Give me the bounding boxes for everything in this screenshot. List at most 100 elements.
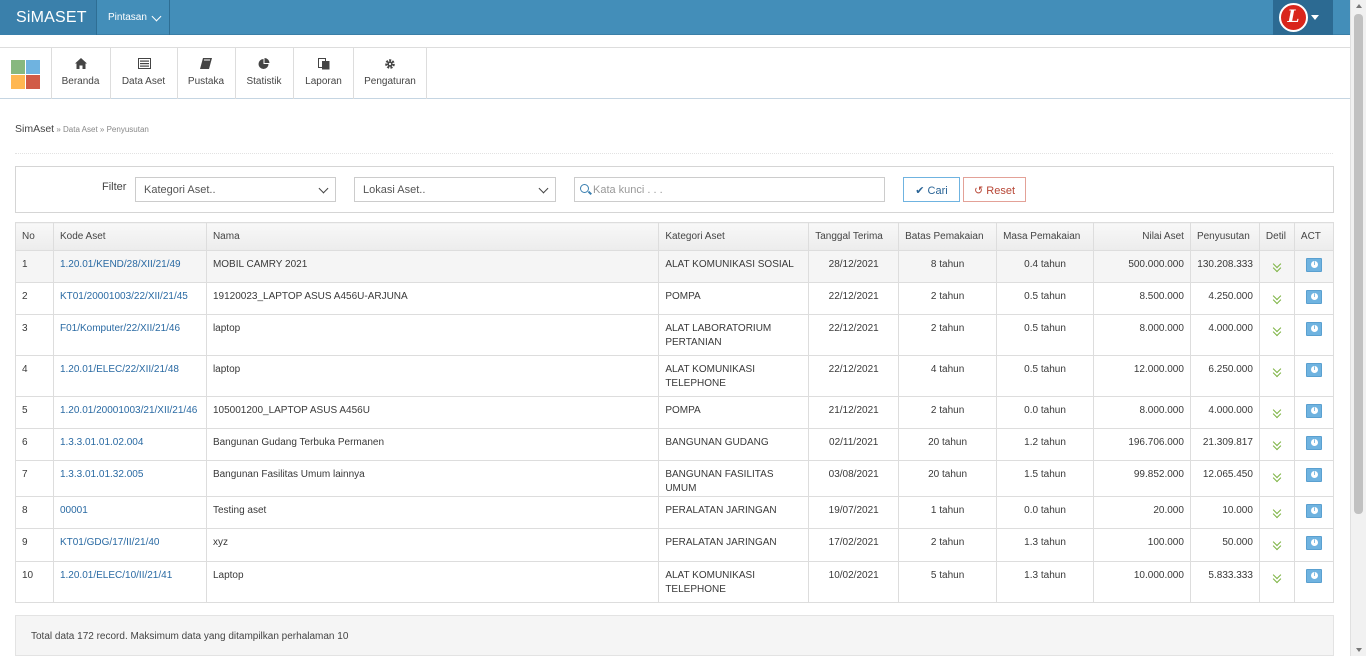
info-button[interactable]: i xyxy=(1305,504,1322,518)
menu-statistik[interactable]: Statistik xyxy=(235,48,292,99)
location-select[interactable]: Lokasi Aset.. xyxy=(354,177,556,202)
page-scrollbar[interactable] xyxy=(1350,0,1366,656)
info-button[interactable]: i xyxy=(1305,468,1322,482)
user-menu[interactable]: L xyxy=(1273,0,1333,35)
breadcrumb-data-aset[interactable]: Data Aset xyxy=(63,125,98,134)
double-chevron-down-icon[interactable] xyxy=(1272,408,1282,418)
cell-act: i xyxy=(1293,355,1335,397)
scroll-up-arrow-icon[interactable] xyxy=(1356,4,1362,8)
cell-tanggal-terima: 21/12/2021 xyxy=(808,396,900,429)
cell-no: 8 xyxy=(15,496,54,529)
col-header-no[interactable]: No xyxy=(15,222,54,251)
shortcut-dropdown[interactable]: Pintasan xyxy=(96,0,170,35)
scroll-down-arrow-icon[interactable] xyxy=(1356,648,1362,652)
info-icon: i xyxy=(1310,439,1318,446)
menu-label: Beranda xyxy=(61,76,100,87)
col-header-tanggal-terima[interactable]: Tanggal Terima xyxy=(808,222,900,251)
cell-masa-pemakaian: 0.4 tahun xyxy=(996,250,1094,283)
asset-code-link[interactable]: 00001 xyxy=(60,505,88,516)
col-header-penyusutan[interactable]: Penyusutan xyxy=(1189,222,1260,251)
cell-no: 10 xyxy=(15,561,54,603)
double-chevron-down-icon[interactable] xyxy=(1272,294,1282,304)
search-button-label: Cari xyxy=(927,185,948,197)
info-icon: i xyxy=(1310,325,1318,332)
pie-chart-icon xyxy=(258,58,270,69)
cell-tanggal-terima: 02/11/2021 xyxy=(808,428,900,461)
cell-detil xyxy=(1258,496,1295,529)
menu-pustaka[interactable]: Pustaka xyxy=(177,48,234,99)
info-button[interactable]: i xyxy=(1305,404,1322,418)
double-chevron-down-icon[interactable] xyxy=(1272,367,1282,377)
scroll-thumb[interactable] xyxy=(1354,14,1363,514)
col-header-masa-pemakaian[interactable]: Masa Pemakaian xyxy=(996,222,1094,251)
category-select[interactable]: Kategori Aset.. xyxy=(135,177,336,202)
double-chevron-down-icon[interactable] xyxy=(1272,440,1282,450)
info-button[interactable]: i xyxy=(1305,436,1322,450)
cell-kategori: ALAT KOMUNIKASI SOSIAL xyxy=(658,250,810,283)
table-footer-info: Total data 172 record. Maksimum data yan… xyxy=(15,615,1334,656)
info-button[interactable]: i xyxy=(1305,363,1322,377)
reset-button[interactable]: ↺ Reset xyxy=(963,177,1026,202)
double-chevron-down-icon[interactable] xyxy=(1272,508,1282,518)
menu-laporan[interactable]: Laporan xyxy=(293,48,353,99)
cell-nilai-aset: 8.500.000 xyxy=(1093,282,1191,315)
breadcrumb-separator: » xyxy=(97,125,107,134)
info-icon: i xyxy=(1310,293,1318,300)
asset-code-link[interactable]: 1.20.01/20001003/21/XII/21/46 xyxy=(60,405,197,416)
col-header-kategori-aset[interactable]: Kategori Aset xyxy=(658,222,810,251)
asset-code-link[interactable]: 1.20.01/ELEC/10/II/21/41 xyxy=(60,570,172,581)
menu-pengaturan[interactable]: Pengaturan xyxy=(353,48,427,99)
double-chevron-down-icon[interactable] xyxy=(1272,262,1282,272)
cell-kategori: PERALATAN JARINGAN xyxy=(658,496,810,529)
menu-label: Statistik xyxy=(246,76,282,87)
app-brand[interactable]: SiMASET xyxy=(0,0,96,35)
col-header-nilai-aset[interactable]: Nilai Aset xyxy=(1093,222,1191,251)
cell-act: i xyxy=(1293,396,1335,429)
breadcrumb-root[interactable]: SimAset xyxy=(15,123,54,135)
cell-nilai-aset: 500.000.000 xyxy=(1093,250,1191,283)
cell-batas-pemakaian: 20 tahun xyxy=(898,460,998,497)
asset-code-link[interactable]: 1.3.3.01.01.32.005 xyxy=(60,469,143,480)
cell-masa-pemakaian: 1.3 tahun xyxy=(996,561,1094,603)
info-button[interactable]: i xyxy=(1305,258,1322,272)
table-row: 3 F01/Komputer/22/XII/21/46 laptop ALAT LAB… xyxy=(15,314,1335,356)
asset-code-link[interactable]: 1.20.01/ELEC/22/XII/21/48 xyxy=(60,364,179,375)
info-button[interactable]: i xyxy=(1305,290,1322,304)
info-button[interactable]: i xyxy=(1305,322,1322,336)
asset-code-link[interactable]: KT01/20001003/22/XII/21/45 xyxy=(60,291,188,302)
cell-tanggal-terima: 10/02/2021 xyxy=(808,561,900,603)
menu-data-aset[interactable]: Data Aset xyxy=(110,48,176,99)
cell-act: i xyxy=(1293,428,1335,461)
cell-tanggal-terima: 03/08/2021 xyxy=(808,460,900,497)
col-header-batas-pemakaian[interactable]: Batas Pemakaian xyxy=(898,222,998,251)
double-chevron-down-icon[interactable] xyxy=(1272,472,1282,482)
double-chevron-down-icon[interactable] xyxy=(1272,326,1282,336)
cell-kode-aset: KT01/20001003/22/XII/21/45 xyxy=(52,282,207,315)
double-chevron-down-icon[interactable] xyxy=(1272,540,1282,550)
cell-kode-aset: 1.20.01/ELEC/22/XII/21/48 xyxy=(52,355,207,397)
col-header-nama[interactable]: Nama xyxy=(205,222,660,251)
search-input[interactable]: Kata kunci . . . xyxy=(574,177,885,202)
table-row: 9 KT01/GDG/17/II/21/40 xyz PERALATAN JARING… xyxy=(15,528,1335,562)
cell-kode-aset: 1.20.01/KEND/28/XII/21/49 xyxy=(52,250,207,283)
double-chevron-down-icon[interactable] xyxy=(1272,573,1282,583)
info-icon: i xyxy=(1310,407,1318,414)
col-header-kode-aset[interactable]: Kode Aset xyxy=(52,222,207,251)
cell-nama: laptop xyxy=(205,314,660,356)
top-navbar: SiMASET Pintasan L xyxy=(0,0,1350,35)
info-button[interactable]: i xyxy=(1305,569,1322,583)
menu-beranda[interactable]: Beranda xyxy=(51,48,109,99)
asset-code-link[interactable]: 1.20.01/KEND/28/XII/21/49 xyxy=(60,259,181,270)
asset-code-link[interactable]: 1.3.3.01.01.02.004 xyxy=(60,437,143,448)
cell-detil xyxy=(1258,396,1295,429)
asset-code-link[interactable]: KT01/GDG/17/II/21/40 xyxy=(60,537,160,548)
cell-tanggal-terima: 22/12/2021 xyxy=(808,282,900,315)
chevron-down-icon xyxy=(538,183,549,194)
breadcrumb-separator: » xyxy=(54,125,63,134)
cell-tanggal-terima: 17/02/2021 xyxy=(808,528,900,562)
asset-code-link[interactable]: F01/Komputer/22/XII/21/46 xyxy=(60,323,180,334)
info-button[interactable]: i xyxy=(1305,536,1322,550)
cell-nilai-aset: 100.000 xyxy=(1093,528,1191,562)
table-row: 10 1.20.01/ELEC/10/II/21/41 Laptop ALAT KOM… xyxy=(15,561,1335,603)
search-button[interactable]: ✔ Cari xyxy=(903,177,960,202)
